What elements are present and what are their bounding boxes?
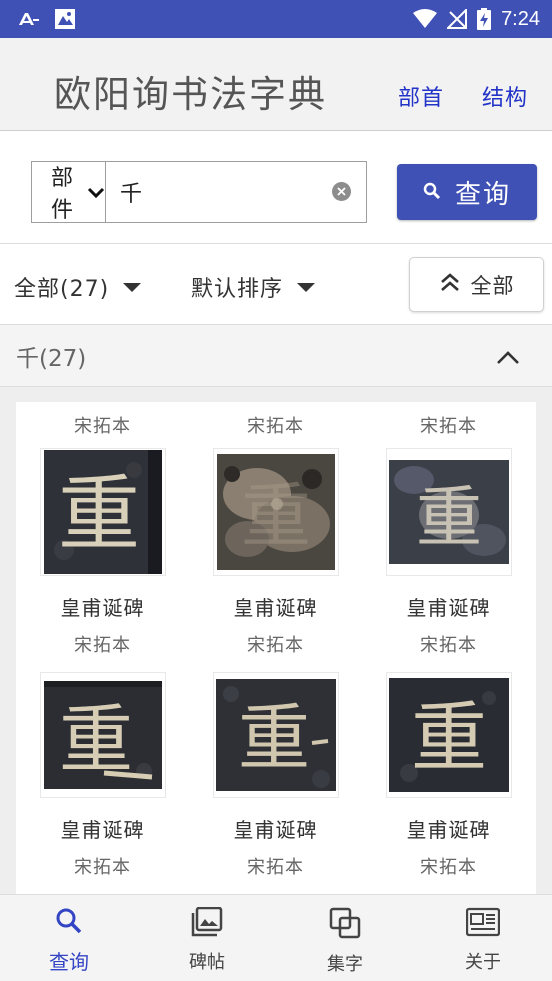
rubbing-image[interactable]: 重 bbox=[385, 672, 512, 798]
item-version: 宋拓本 bbox=[74, 635, 131, 656]
grid-item[interactable]: 重 皇甫诞碑 宋拓本 bbox=[362, 448, 535, 656]
item-version: 宋拓本 bbox=[247, 416, 304, 437]
rubbing-image[interactable]: 重 bbox=[212, 448, 339, 576]
chevron-down-icon bbox=[87, 180, 105, 205]
filter-all-dropdown[interactable]: 全部(27) bbox=[14, 271, 142, 303]
search-box: 部件 bbox=[31, 161, 395, 223]
nav-collection[interactable]: 集字 bbox=[295, 907, 395, 976]
results-grid: 宋拓本 宋拓本 宋拓本 重 皇甫诞碑 宋拓本 重 皇甫诞碑 宋拓本 重 皇甫诞碑… bbox=[16, 402, 536, 894]
nav-query[interactable]: 查询 bbox=[19, 907, 119, 975]
bottom-navigation: 查询 碑帖 集字 关于 bbox=[0, 894, 552, 981]
app-title: 欧阳询书法字典 bbox=[54, 73, 327, 116]
grid-cell-partial: 宋拓本 bbox=[189, 412, 362, 437]
rubbing-glyph: 重 bbox=[59, 697, 133, 783]
item-version: 宋拓本 bbox=[420, 635, 477, 656]
search-type-value: 部件 bbox=[51, 166, 74, 223]
rubbing-glyph: 重 bbox=[241, 475, 311, 557]
nav-about[interactable]: 关于 bbox=[433, 907, 533, 974]
search-section: 部件 查询 bbox=[0, 131, 552, 244]
chevron-up-icon[interactable] bbox=[496, 345, 520, 371]
radical-link[interactable]: 部首 bbox=[398, 80, 444, 112]
search-button-label: 查询 bbox=[454, 179, 511, 210]
item-version: 宋拓本 bbox=[420, 857, 477, 878]
search-icon bbox=[55, 907, 83, 940]
wifi-icon bbox=[413, 9, 438, 29]
grid-item[interactable]: 重 皇甫诞碑 宋拓本 bbox=[16, 672, 189, 878]
item-version: 宋拓本 bbox=[247, 635, 304, 656]
search-icon bbox=[423, 177, 441, 207]
no-signal-icon bbox=[447, 9, 468, 29]
clear-icon[interactable] bbox=[332, 182, 351, 201]
item-version: 宋拓本 bbox=[74, 857, 131, 878]
item-name: 皇甫诞碑 bbox=[406, 596, 491, 620]
battery-charging-icon bbox=[477, 8, 492, 30]
structure-link[interactable]: 结构 bbox=[482, 80, 528, 112]
item-name: 皇甫诞碑 bbox=[233, 818, 318, 842]
dropdown-arrow-icon bbox=[297, 282, 316, 292]
item-name: 皇甫诞碑 bbox=[60, 818, 145, 842]
grid-cell-partial: 宋拓本 bbox=[16, 412, 189, 437]
collapse-all-button[interactable]: 全部 bbox=[409, 257, 544, 312]
grid-cell-partial: 宋拓本 bbox=[362, 412, 535, 437]
nav-stele-label: 碑帖 bbox=[189, 952, 225, 973]
item-version: 宋拓本 bbox=[74, 416, 131, 437]
search-type-select[interactable]: 部件 bbox=[32, 162, 107, 223]
rubbing-image[interactable]: 重 bbox=[212, 672, 339, 798]
grid-item[interactable]: 重 皇甫诞碑 宋拓本 bbox=[16, 448, 189, 656]
item-name: 皇甫诞碑 bbox=[406, 818, 491, 842]
app-notification-icon bbox=[18, 11, 40, 27]
rubbing-glyph: 重 bbox=[57, 467, 139, 562]
filter-bar: 全部(27) 默认排序 全部 bbox=[0, 244, 552, 325]
nav-collection-label: 集字 bbox=[327, 954, 363, 975]
double-chevron-up-icon bbox=[439, 272, 461, 297]
status-time: 7:24 bbox=[501, 7, 540, 30]
grid-item[interactable]: 重 皇甫诞碑 宋拓本 bbox=[362, 672, 535, 878]
nav-stele[interactable]: 碑帖 bbox=[157, 906, 257, 974]
grid-item[interactable]: 重 皇甫诞碑 宋拓本 bbox=[189, 448, 362, 656]
rubbing-image[interactable]: 重 bbox=[39, 448, 166, 576]
item-name: 皇甫诞碑 bbox=[60, 596, 145, 620]
nav-about-label: 关于 bbox=[465, 952, 501, 973]
dropdown-arrow-icon bbox=[123, 282, 142, 292]
nav-query-label: 查询 bbox=[49, 950, 89, 974]
gallery-icon bbox=[191, 906, 223, 942]
about-icon bbox=[465, 907, 501, 942]
rubbing-glyph: 重 bbox=[411, 693, 487, 782]
filter-all-label: 全部(27) bbox=[14, 277, 110, 302]
collection-icon bbox=[329, 907, 361, 944]
status-bar: 7:24 bbox=[0, 0, 552, 38]
gallery-notification-icon bbox=[54, 8, 76, 30]
group-title: 千(27) bbox=[16, 345, 87, 372]
sort-dropdown[interactable]: 默认排序 bbox=[191, 271, 316, 303]
sort-label: 默认排序 bbox=[191, 277, 284, 302]
item-name: 皇甫诞碑 bbox=[233, 596, 318, 620]
grid-item[interactable]: 重 皇甫诞碑 宋拓本 bbox=[189, 672, 362, 878]
item-version: 宋拓本 bbox=[247, 857, 304, 878]
rubbing-image[interactable]: 重 bbox=[385, 448, 512, 576]
group-header[interactable]: 千(27) bbox=[0, 325, 552, 387]
rubbing-glyph: 重 bbox=[416, 479, 482, 556]
rubbing-glyph: 重 bbox=[237, 696, 309, 780]
item-version: 宋拓本 bbox=[420, 416, 477, 437]
search-button[interactable]: 查询 bbox=[397, 164, 537, 220]
collapse-all-label: 全部 bbox=[470, 273, 515, 298]
app-bar: 欧阳询书法字典 部首 结构 bbox=[0, 38, 552, 131]
rubbing-image[interactable]: 重 bbox=[39, 672, 166, 798]
